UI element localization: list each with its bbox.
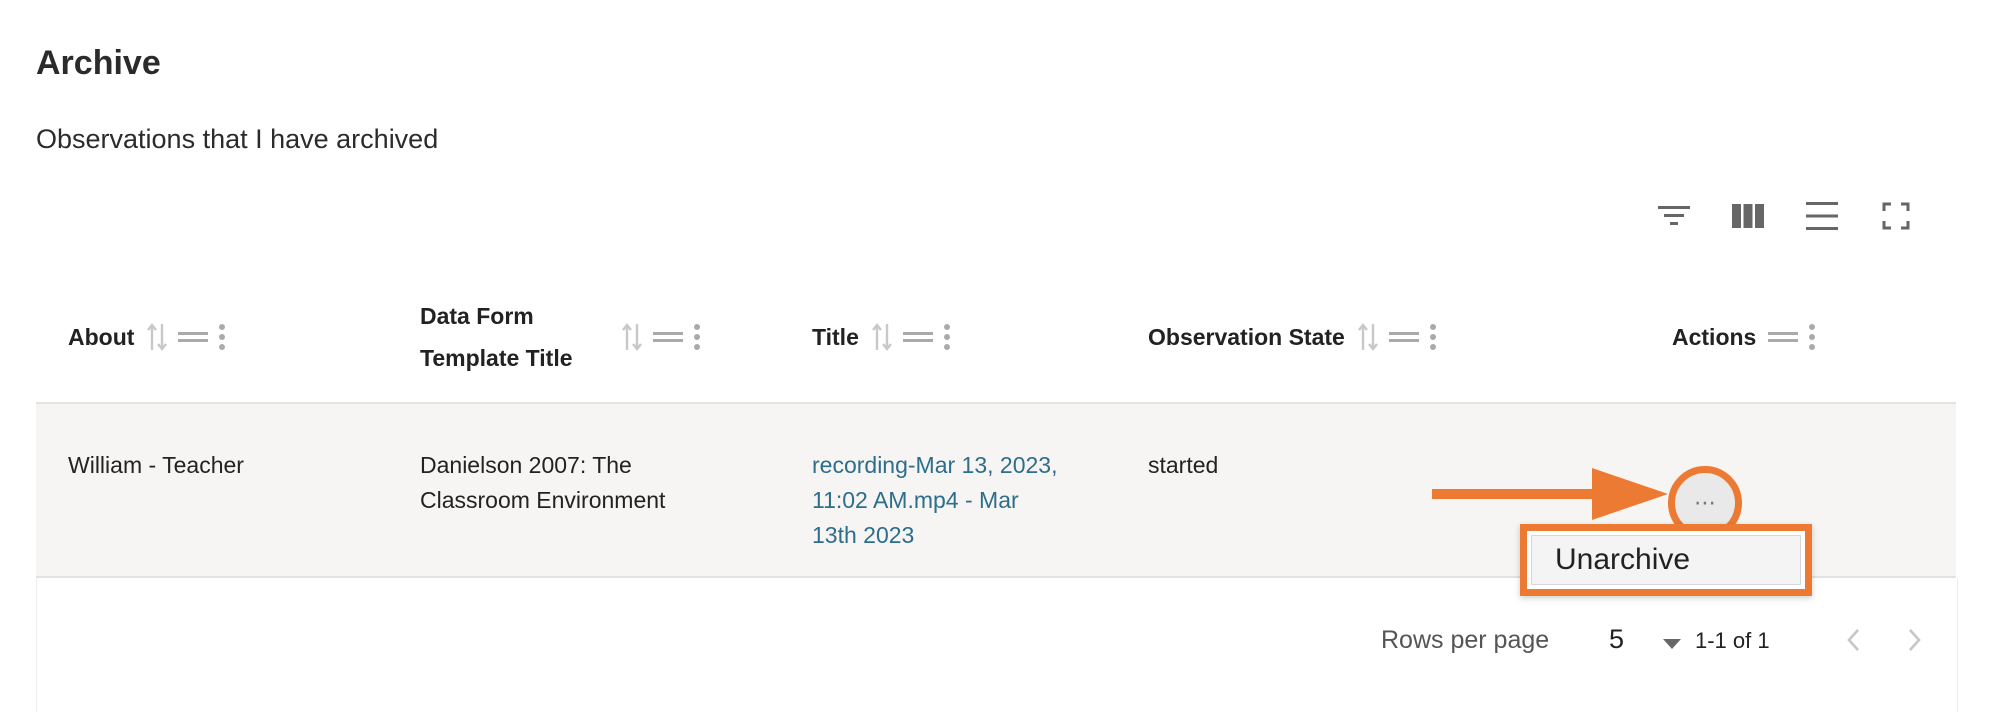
columns-icon[interactable]	[1724, 192, 1772, 240]
cell-about: William - Teacher	[68, 452, 244, 478]
column-label: Observation State	[1148, 324, 1345, 350]
sort-icon[interactable]	[621, 322, 643, 352]
unarchive-menu-item[interactable]: Unarchive	[1520, 524, 1812, 596]
caret-down-icon	[1663, 636, 1681, 654]
cell-observation-state: started	[1148, 452, 1219, 478]
archive-table: About Data Form Template Title Title Obs…	[36, 272, 1958, 712]
column-menu-icon[interactable]	[1429, 323, 1437, 351]
fullscreen-icon[interactable]	[1872, 192, 1920, 240]
column-label: About	[68, 324, 135, 350]
rows-per-page-label: Rows per page	[1381, 626, 1550, 654]
column-header-about: About	[68, 272, 236, 402]
drag-handle-icon[interactable]	[652, 330, 683, 344]
density-icon[interactable]	[1798, 192, 1846, 240]
column-label: Title	[812, 324, 859, 350]
previous-page-button[interactable]	[1833, 620, 1873, 660]
column-header-observation-state: Observation State	[1148, 272, 1447, 402]
next-page-button[interactable]	[1895, 620, 1935, 660]
column-label: Actions	[1672, 324, 1757, 350]
column-menu-icon[interactable]	[693, 323, 701, 351]
table-pagination: Rows per page 5 1-1 of 1	[36, 578, 1958, 712]
chevron-left-icon	[1847, 629, 1859, 651]
annotation-arrow	[1432, 468, 1668, 520]
cell-title-link[interactable]: recording-Mar 13, 2023, 11:02 AM.mp4 - M…	[812, 448, 1057, 553]
cell-template-title: Danielson 2007: The Classroom Environmen…	[420, 452, 666, 513]
sort-icon[interactable]	[146, 322, 168, 352]
page-subtitle: Observations that I have archived	[36, 124, 439, 154]
page-title: Archive	[36, 44, 161, 82]
drag-handle-icon[interactable]	[178, 330, 209, 344]
column-menu-icon[interactable]	[218, 323, 226, 351]
filter-icon[interactable]	[1650, 192, 1698, 240]
table-toolbar	[1650, 192, 1930, 240]
rows-per-page-select[interactable]: 5	[1577, 620, 1687, 660]
pagination-range: 1-1 of 1	[1695, 628, 1770, 653]
drag-handle-icon[interactable]	[902, 330, 933, 344]
more-horizontal-icon: ⋯	[1694, 490, 1716, 515]
unarchive-label: Unarchive	[1555, 543, 1691, 576]
drag-handle-icon[interactable]	[1388, 330, 1419, 344]
sort-icon[interactable]	[871, 322, 893, 352]
sort-icon[interactable]	[1357, 322, 1379, 352]
column-header-title: Title	[812, 272, 961, 402]
column-header-template-title: Data Form Template Title	[420, 272, 711, 402]
rows-per-page-value: 5	[1609, 624, 1625, 654]
table-header: About Data Form Template Title Title Obs…	[36, 272, 1956, 404]
column-header-actions: Actions	[1672, 272, 1826, 402]
column-menu-icon[interactable]	[1808, 323, 1816, 351]
drag-handle-icon[interactable]	[1768, 330, 1799, 344]
column-menu-icon[interactable]	[943, 323, 951, 351]
chevron-right-icon	[1909, 629, 1921, 651]
column-label: Data Form Template Title	[420, 303, 573, 371]
